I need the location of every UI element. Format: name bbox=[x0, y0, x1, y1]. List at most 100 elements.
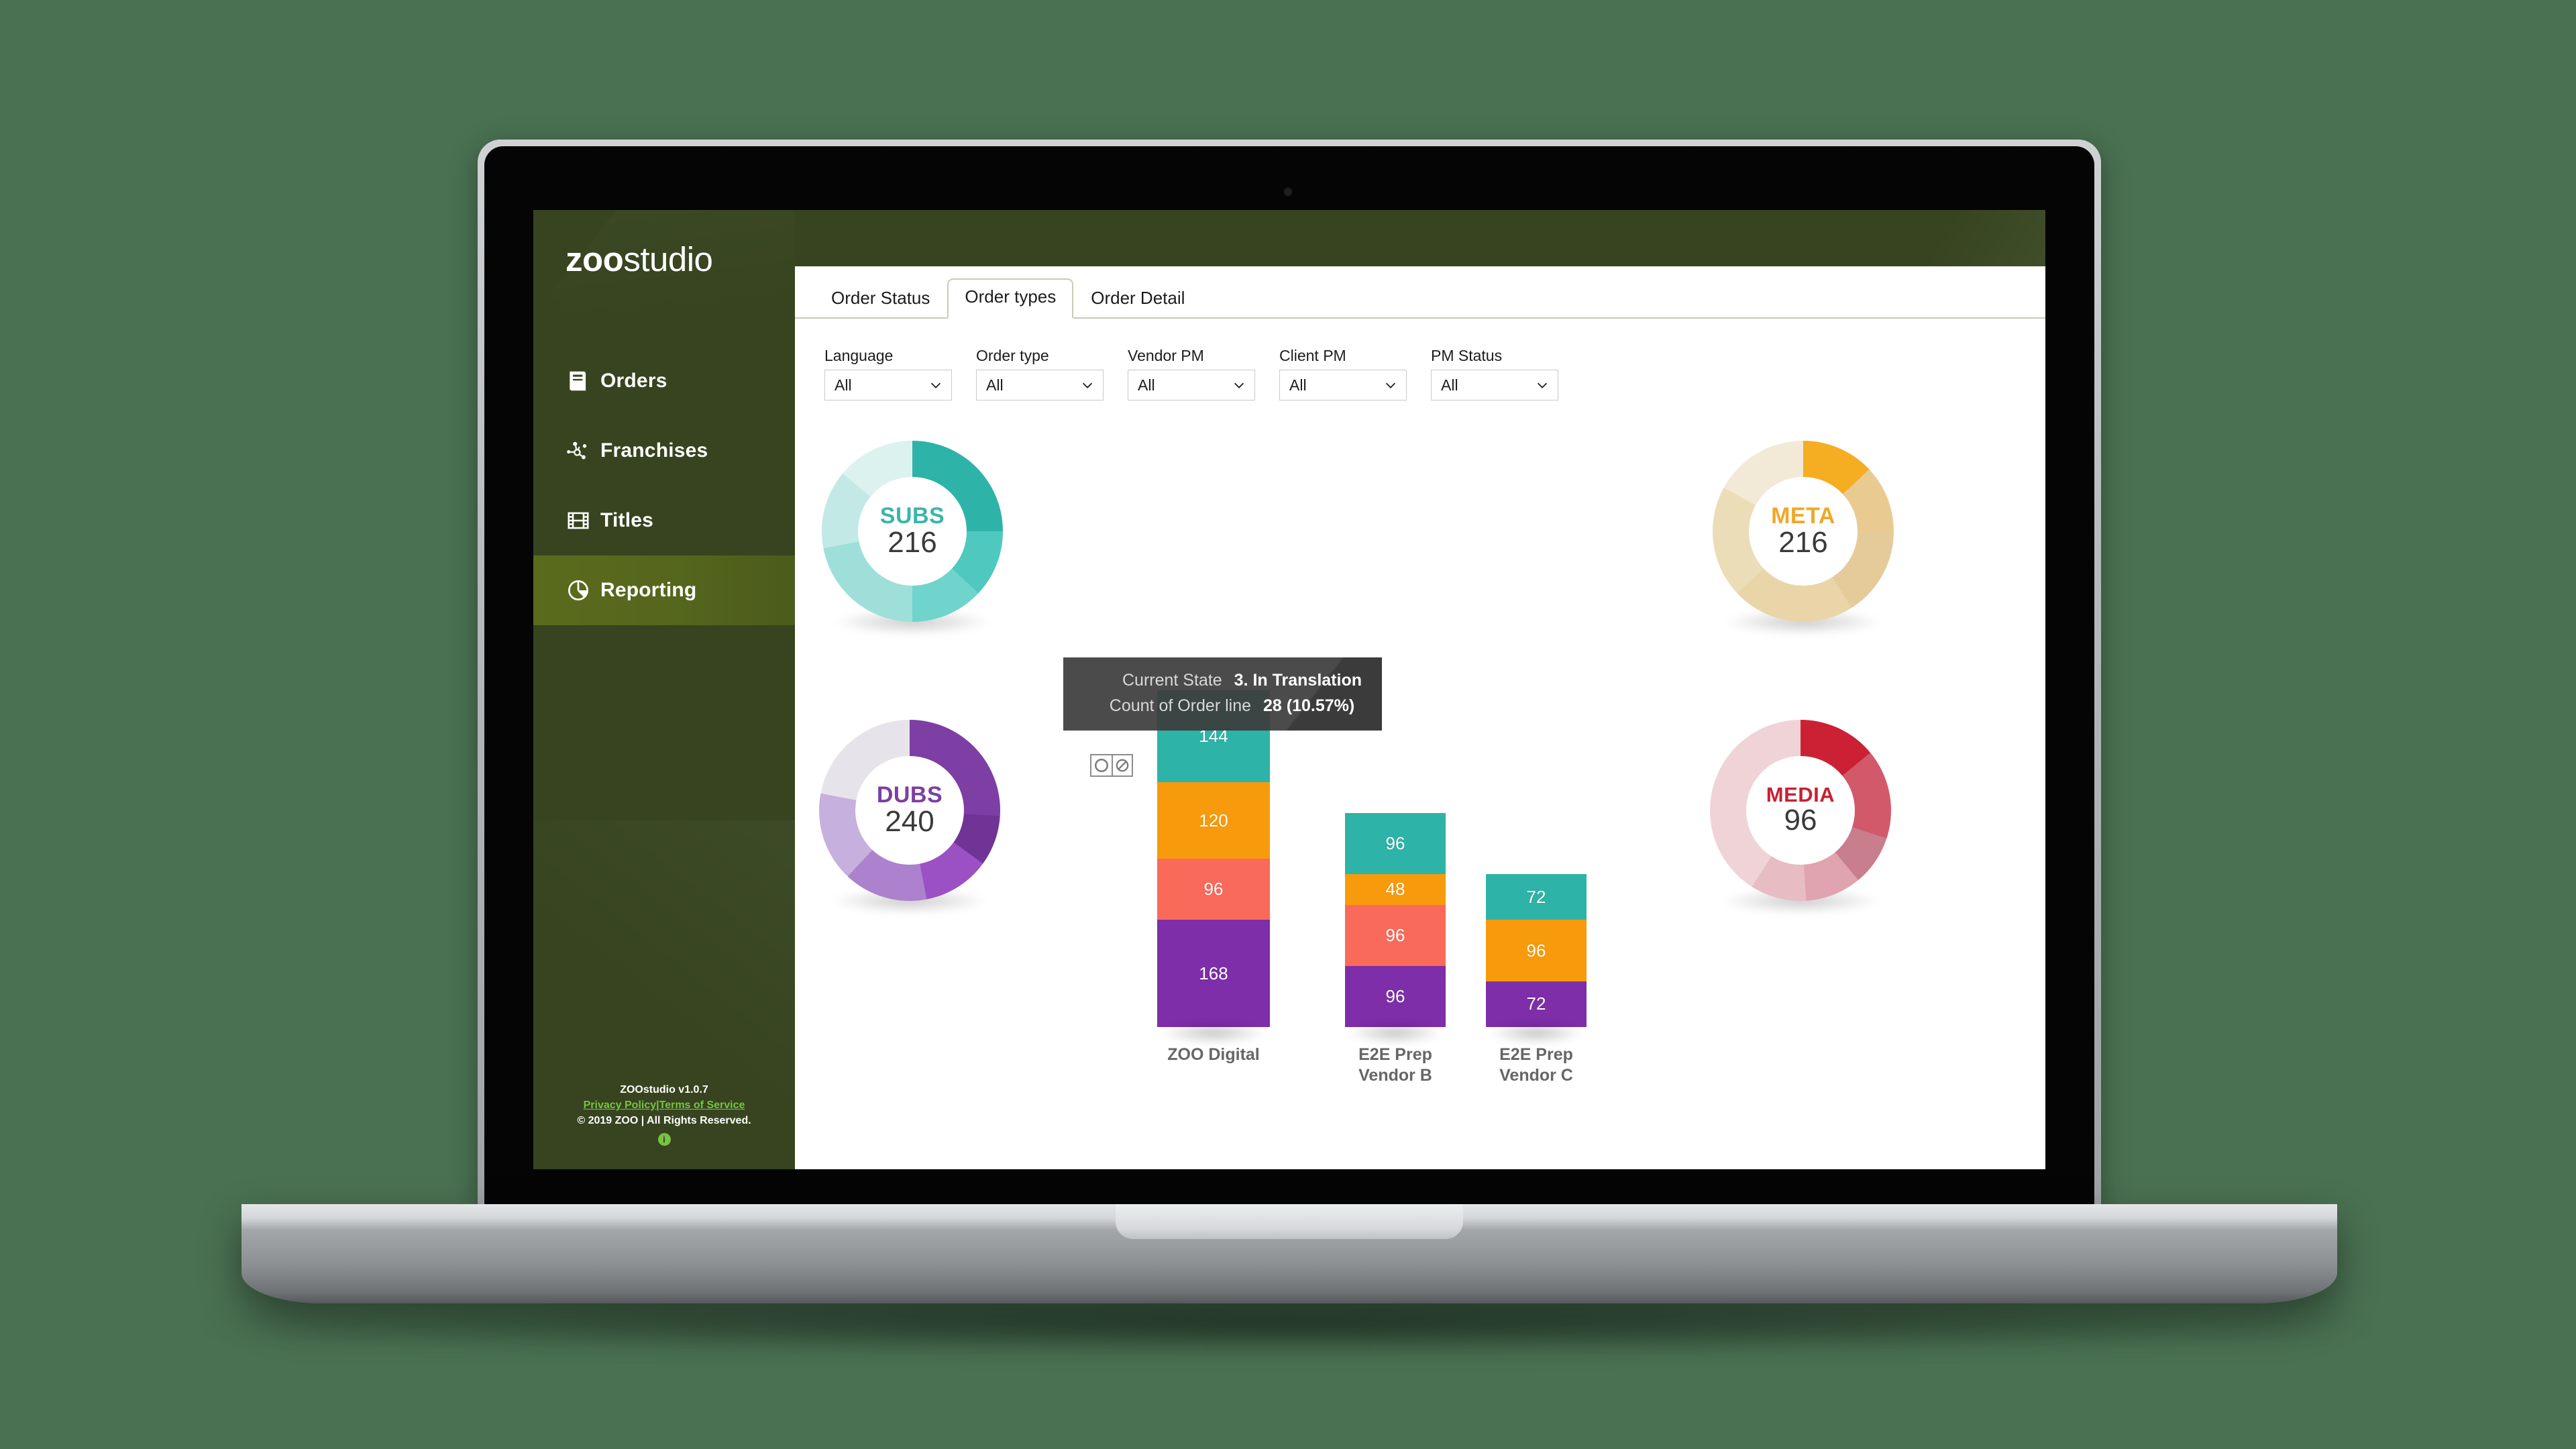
chevron-down-icon bbox=[930, 382, 941, 388]
bar-segment[interactable]: 96 bbox=[1345, 965, 1446, 1027]
bar-category-label: E2E Prep Vendor C bbox=[1499, 1045, 1573, 1085]
exclude-icon[interactable] bbox=[1112, 755, 1132, 775]
donut-chart-subs[interactable]: SUBS 216 bbox=[822, 441, 1003, 635]
pm-status-select[interactable]: All bbox=[1431, 370, 1558, 400]
donut-title: SUBS bbox=[879, 502, 945, 529]
bar-segment-label: 48 bbox=[1385, 879, 1405, 900]
filter-order-type: Order type All bbox=[976, 348, 1104, 400]
sidebar-nav: Orders Franchises Titles Reporting bbox=[533, 346, 795, 625]
bar-segment-label: 96 bbox=[1203, 879, 1224, 900]
bar-segment-label: 96 bbox=[1526, 940, 1546, 961]
donut-ring: MEDIA 96 bbox=[1710, 720, 1891, 901]
film-icon bbox=[566, 508, 600, 533]
sidebar: zoostudio Orders Franchises Titles Repor… bbox=[533, 210, 795, 1169]
visualization-area: SUBS 216 DUBS 240 META 216 MEDIA 96 144 120 96… bbox=[795, 425, 2045, 1116]
donut-center: MEDIA 96 bbox=[1746, 756, 1855, 865]
bar-segment[interactable]: 96 bbox=[1345, 904, 1446, 966]
sidebar-footer: ZOOstudio v1.0.7 Privacy Policy|Terms of… bbox=[533, 1083, 795, 1148]
order-type-select[interactable]: All bbox=[976, 370, 1104, 400]
donut-chart-meta[interactable]: META 216 bbox=[1713, 441, 1894, 635]
donut-ring: META 216 bbox=[1713, 441, 1894, 622]
filter-vendor-pm: Vendor PM All bbox=[1128, 348, 1255, 400]
filter-value: All bbox=[986, 376, 1004, 394]
bar-segment[interactable]: 72 bbox=[1486, 874, 1587, 920]
tab-order-types[interactable]: Order types bbox=[947, 278, 1074, 319]
donut-title: META bbox=[1771, 502, 1835, 529]
tab-order-status[interactable]: Order Status bbox=[814, 281, 947, 317]
bar-segment[interactable]: 96 bbox=[1486, 920, 1587, 981]
sidebar-item-titles[interactable]: Titles bbox=[533, 486, 795, 555]
bar-segment[interactable]: 96 bbox=[1345, 812, 1446, 875]
donut-title: DUBS bbox=[876, 782, 943, 808]
bar-segment[interactable]: 72 bbox=[1486, 981, 1587, 1027]
tab-order-detail[interactable]: Order Detail bbox=[1073, 281, 1202, 317]
stacked-bar-chart: 144 120 96 168 ZOO Digital 96 48 96 96 E2E Prep Ve… bbox=[1110, 425, 1660, 1116]
keep-only-icon[interactable] bbox=[1091, 755, 1112, 775]
filter-value: All bbox=[1441, 376, 1458, 394]
tooltip-row: Count of Order line 28 (10.57%) bbox=[1083, 696, 1362, 716]
donut-value: 216 bbox=[1778, 525, 1828, 559]
laptop-base-lip bbox=[1116, 1204, 1463, 1239]
bar-segment-label: 72 bbox=[1526, 994, 1546, 1014]
sidebar-item-franchises[interactable]: Franchises bbox=[533, 416, 795, 486]
sidebar-item-label: Franchises bbox=[600, 439, 708, 462]
laptop-mockup: zoostudio Orders Franchises Titles Repor… bbox=[0, 0, 2576, 1449]
privacy-policy-link[interactable]: Privacy Policy bbox=[584, 1099, 657, 1111]
copyright-text: © 2019 ZOO | All Rights Reserved. bbox=[577, 1114, 751, 1126]
reporting-workbook: Order Status Order types Order Detail La… bbox=[795, 266, 2045, 1169]
brand-text: zoostudio bbox=[566, 242, 795, 276]
info-icon[interactable]: i bbox=[657, 1133, 671, 1146]
bar-column: 144 120 96 168 ZOO Digital bbox=[1157, 690, 1270, 1064]
bar-stack: 144 120 96 168 ZOO Digital bbox=[1157, 690, 1270, 1064]
footer-links: Privacy Policy|Terms of Service bbox=[533, 1098, 795, 1114]
vendor-pm-select[interactable]: All bbox=[1128, 370, 1255, 400]
sidebar-item-label: Orders bbox=[600, 370, 667, 392]
filter-pm-status: PM Status All bbox=[1431, 348, 1558, 400]
client-pm-select[interactable]: All bbox=[1279, 370, 1407, 400]
filter-label: Order type bbox=[976, 347, 1049, 364]
terms-of-service-link[interactable]: Terms of Service bbox=[659, 1099, 745, 1111]
bar-segment[interactable]: 48 bbox=[1345, 874, 1446, 905]
tooltip-key: Current State bbox=[1122, 671, 1222, 690]
bar-segment[interactable]: 120 bbox=[1157, 782, 1270, 859]
bar-segment-label: 96 bbox=[1385, 924, 1405, 945]
brand-logo[interactable]: zoostudio bbox=[533, 210, 795, 276]
filter-client-pm: Client PM All bbox=[1279, 348, 1407, 400]
tooltip-value: 28 (10.57%) bbox=[1263, 696, 1355, 715]
filter-label: Vendor PM bbox=[1128, 347, 1204, 364]
filter-label: Language bbox=[824, 347, 894, 364]
tooltip-value: 3. In Translation bbox=[1234, 671, 1362, 690]
donut-center: DUBS 240 bbox=[855, 756, 964, 865]
bar-segment[interactable]: 96 bbox=[1157, 859, 1270, 920]
chart-tooltip: Current State 3. In Translation Count of… bbox=[1063, 657, 1382, 731]
bar-category-label: ZOO Digital bbox=[1167, 1045, 1260, 1064]
webcam-icon bbox=[1283, 187, 1293, 197]
filter-bar: Language All Order type All Vendor PM Al… bbox=[795, 319, 2045, 400]
bar-column: 96 48 96 96 E2E Prep Vendor B bbox=[1345, 812, 1446, 1085]
chevron-down-icon bbox=[1082, 382, 1093, 388]
app-version: ZOOstudio v1.0.7 bbox=[620, 1084, 708, 1096]
sidebar-item-orders[interactable]: Orders bbox=[533, 346, 795, 416]
donut-ring: DUBS 240 bbox=[819, 720, 1000, 901]
laptop-screen: zoostudio Orders Franchises Titles Repor… bbox=[533, 210, 2045, 1169]
filter-label: Client PM bbox=[1279, 347, 1346, 364]
filter-language: Language All bbox=[824, 348, 952, 400]
bar-segment-label: 96 bbox=[1385, 833, 1405, 853]
donut-value: 240 bbox=[885, 804, 934, 838]
tooltip-key: Count of Order line bbox=[1109, 696, 1251, 715]
donut-chart-dubs[interactable]: DUBS 240 bbox=[819, 720, 1000, 914]
main-content: Order Status Order types Order Detail La… bbox=[795, 210, 2045, 1169]
book-icon bbox=[566, 368, 600, 394]
bar-segment-label: 72 bbox=[1526, 886, 1546, 907]
sidebar-item-reporting[interactable]: Reporting bbox=[533, 555, 795, 625]
sidebar-item-label: Reporting bbox=[600, 579, 697, 601]
tooltip-action-toolbar[interactable] bbox=[1090, 754, 1133, 777]
bar-category-label: E2E Prep Vendor B bbox=[1358, 1045, 1432, 1085]
donut-chart-media[interactable]: MEDIA 96 bbox=[1710, 720, 1891, 914]
donut-center: SUBS 216 bbox=[858, 477, 967, 586]
filter-value: All bbox=[835, 376, 852, 394]
laptop-drop-shadow bbox=[201, 1295, 2375, 1355]
brand-light: studio bbox=[623, 240, 713, 278]
language-select[interactable]: All bbox=[824, 370, 952, 400]
bar-segment[interactable]: 168 bbox=[1157, 920, 1270, 1027]
